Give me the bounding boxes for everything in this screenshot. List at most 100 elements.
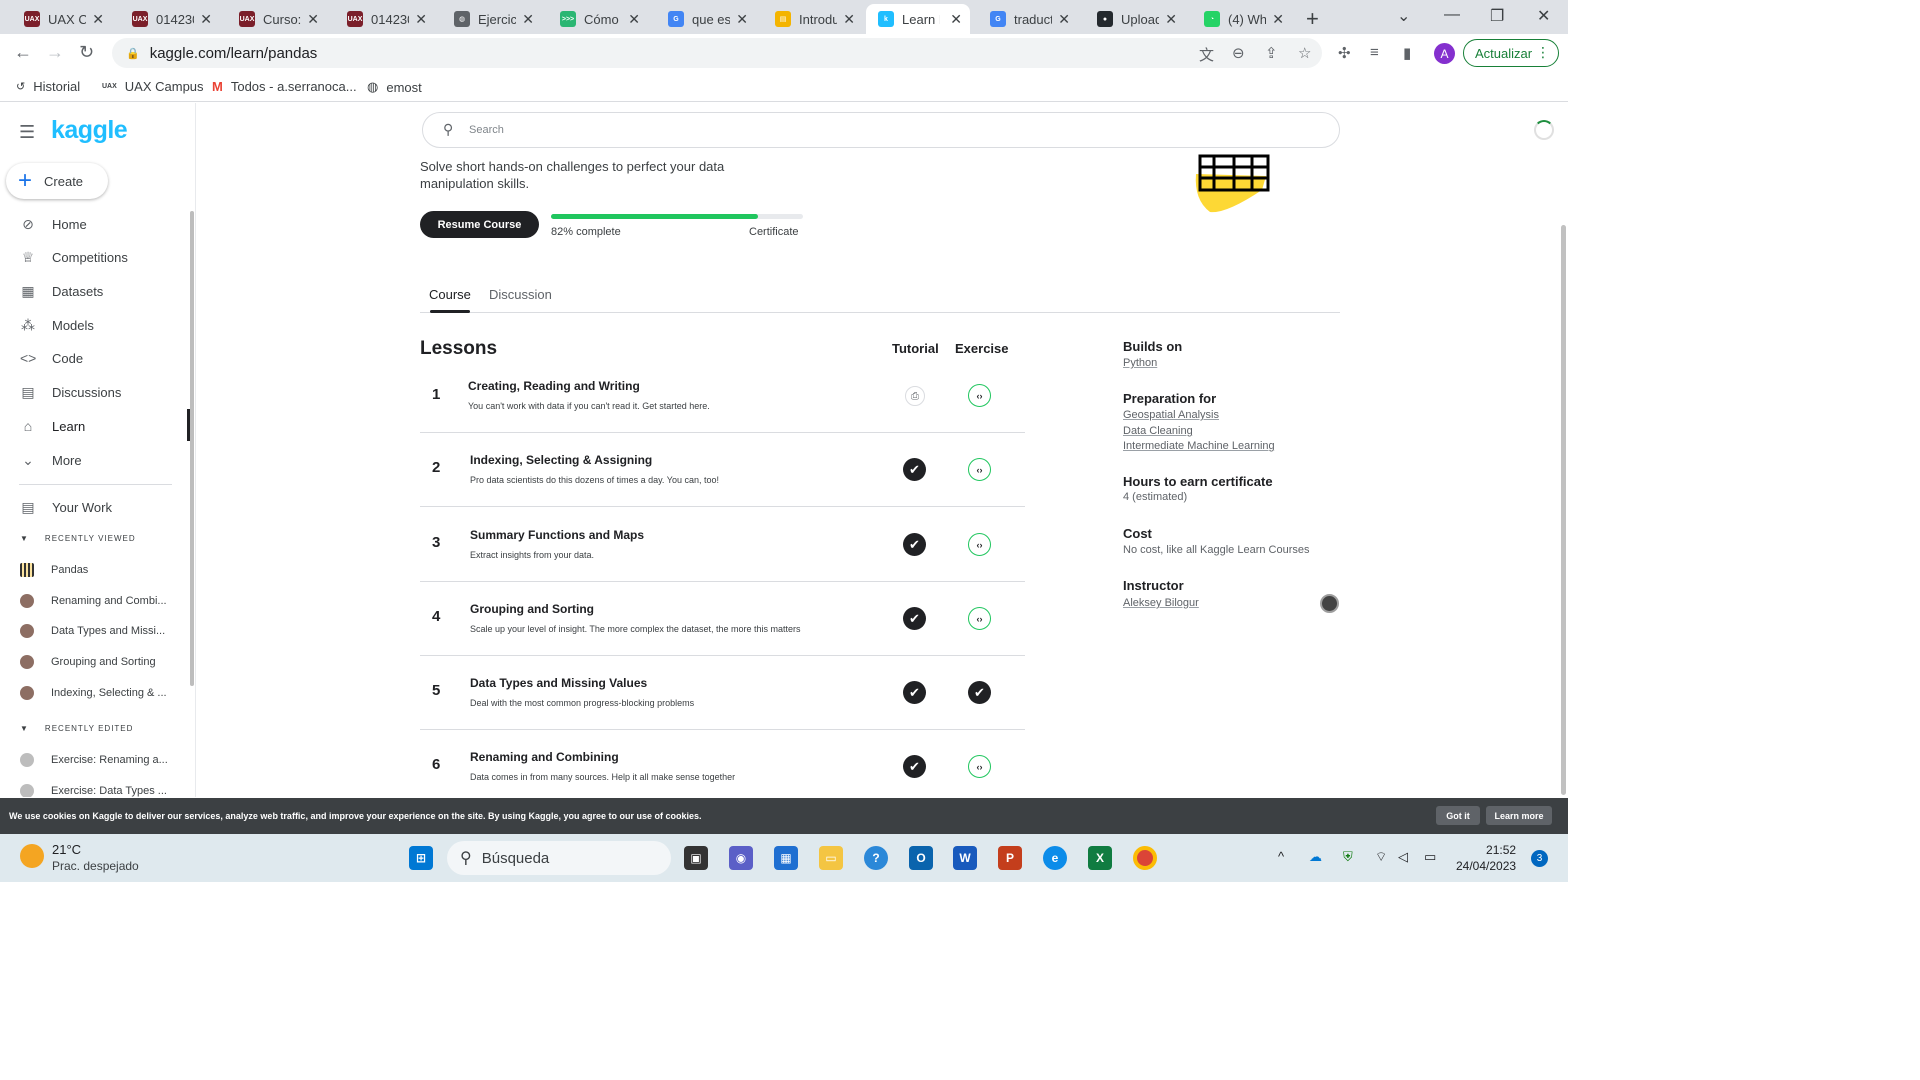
extensions-icon[interactable]: ✣ bbox=[1338, 44, 1351, 62]
nav-learn[interactable]: ⌂ Learn bbox=[0, 411, 190, 441]
share-icon[interactable]: ⇪ bbox=[1265, 44, 1278, 62]
edge-icon[interactable]: e bbox=[1043, 846, 1067, 870]
tab-discussion[interactable]: Discussion bbox=[489, 287, 552, 302]
tutorial-notebook-icon[interactable]: ⎙ bbox=[905, 386, 925, 406]
weather-status[interactable]: Prac. despejado bbox=[52, 859, 139, 873]
browser-tab[interactable]: ▤ Introdu ✕ bbox=[763, 4, 863, 34]
browser-tab[interactable]: Gtraducto ✕ bbox=[978, 4, 1078, 34]
nav-competitions[interactable]: ♕ Competitions bbox=[0, 242, 190, 272]
exercise-code-icon[interactable]: ‹› bbox=[968, 607, 991, 630]
recent-item[interactable]: Exercise: Data Types ... bbox=[0, 781, 180, 797]
lesson-title[interactable]: Creating, Reading and Writing bbox=[468, 379, 640, 393]
nav-models[interactable]: ⁂ Models bbox=[0, 310, 190, 340]
taskbar-search[interactable]: ⚲ Búsqueda bbox=[447, 841, 671, 875]
reload-icon[interactable]: ↻ bbox=[79, 42, 94, 63]
recent-item[interactable]: Renaming and Combi... bbox=[0, 591, 180, 611]
browser-tab[interactable]: Gque es ✕ bbox=[656, 4, 756, 34]
recently-edited-header[interactable]: ▼ RECENTLY EDITED bbox=[20, 724, 133, 733]
close-window-icon[interactable]: ✕ bbox=[1537, 6, 1550, 26]
browser-tab[interactable]: UAX 014230 ✕ bbox=[335, 4, 435, 34]
back-icon[interactable]: ← bbox=[14, 42, 32, 63]
side-panel-icon[interactable]: ▮ bbox=[1403, 44, 1411, 62]
bookmark-emost[interactable]: ◍ emost bbox=[367, 79, 422, 95]
close-tab-icon[interactable]: ✕ bbox=[522, 11, 534, 28]
lesson-title[interactable]: Indexing, Selecting & Assigning bbox=[470, 453, 652, 467]
tutorial-complete-check-icon[interactable]: ✔ bbox=[903, 533, 926, 556]
nav-datasets[interactable]: ▦ Datasets bbox=[0, 276, 190, 306]
create-button[interactable]: + Create bbox=[6, 163, 108, 199]
learn-more-button[interactable]: Learn more bbox=[1486, 806, 1552, 825]
new-tab-button[interactable]: + bbox=[1306, 6, 1319, 32]
exercise-complete-check-icon[interactable]: ✔ bbox=[968, 681, 991, 704]
close-tab-icon[interactable]: ✕ bbox=[1165, 11, 1177, 28]
browser-tab[interactable]: ● Upload ✕ bbox=[1085, 4, 1185, 34]
exercise-code-icon[interactable]: ‹› bbox=[968, 384, 991, 407]
resume-course-button[interactable]: Resume Course bbox=[420, 211, 539, 238]
got-it-button[interactable]: Got it bbox=[1436, 806, 1480, 825]
nav-code[interactable]: <> Code bbox=[0, 343, 190, 373]
bookmark-star-icon[interactable]: ☆ bbox=[1298, 44, 1311, 62]
browser-tab[interactable]: UAX 014230 ✕ bbox=[120, 4, 220, 34]
help-icon[interactable]: ? bbox=[864, 846, 888, 870]
close-tab-icon[interactable]: ✕ bbox=[628, 11, 640, 28]
close-tab-icon[interactable]: ✕ bbox=[415, 11, 427, 28]
lesson-row[interactable]: 5 Data Types and Missing Values Deal with … bbox=[420, 656, 1025, 730]
browser-tab[interactable]: >>> Cómo C ✕ bbox=[548, 4, 648, 34]
nav-more[interactable]: ⌄ More bbox=[0, 445, 190, 475]
nav-home[interactable]: ⊘ Home bbox=[0, 209, 190, 239]
word-icon[interactable]: W bbox=[953, 846, 977, 870]
user-avatar[interactable] bbox=[1534, 120, 1554, 140]
tray-overflow-icon[interactable]: ^ bbox=[1278, 849, 1284, 864]
excel-icon[interactable]: X bbox=[1088, 846, 1112, 870]
menu-icon[interactable]: ☰ bbox=[19, 122, 35, 143]
nav-your-work[interactable]: ▤ Your Work bbox=[0, 492, 190, 522]
browser-tab[interactable]: k Learn P ✕ bbox=[866, 4, 970, 34]
bookmark-historial[interactable]: ↺ Historial bbox=[16, 79, 80, 94]
prep-link-geospatial[interactable]: Geospatial Analysis bbox=[1123, 409, 1219, 421]
exercise-code-icon[interactable]: ‹› bbox=[968, 533, 991, 556]
exercise-code-icon[interactable]: ‹› bbox=[968, 458, 991, 481]
sidebar-scrollbar[interactable] bbox=[190, 211, 194, 686]
update-button[interactable]: Actualizar ⋮ bbox=[1463, 39, 1559, 67]
outlook-icon[interactable]: O bbox=[909, 846, 933, 870]
teams-icon[interactable]: ◉ bbox=[729, 846, 753, 870]
exercise-code-icon[interactable]: ‹› bbox=[968, 755, 991, 778]
profile-avatar[interactable]: A bbox=[1434, 43, 1455, 64]
close-tab-icon[interactable]: ✕ bbox=[92, 11, 104, 28]
battery-icon[interactable]: ▭ bbox=[1424, 849, 1436, 865]
bookmark-uax-campus[interactable]: UAX UAX Campus bbox=[102, 79, 204, 94]
tutorial-complete-check-icon[interactable]: ✔ bbox=[903, 755, 926, 778]
prep-link-data-cleaning[interactable]: Data Cleaning bbox=[1123, 425, 1193, 437]
weather-temp[interactable]: 21°C bbox=[52, 842, 81, 857]
bookmark-gmail[interactable]: M Todos - a.serranoca... bbox=[212, 79, 357, 94]
clock[interactable]: 21:52 24/04/2023 bbox=[1456, 842, 1516, 874]
kaggle-logo[interactable]: kaggle bbox=[51, 116, 128, 145]
start-icon[interactable]: ⊞ bbox=[409, 846, 433, 870]
close-tab-icon[interactable]: ✕ bbox=[1272, 11, 1284, 28]
builds-on-link[interactable]: Python bbox=[1123, 357, 1157, 369]
minimize-icon[interactable]: — bbox=[1444, 6, 1460, 24]
close-tab-icon[interactable]: ✕ bbox=[736, 11, 748, 28]
recent-item[interactable]: Exercise: Renaming a... bbox=[0, 750, 180, 770]
lesson-title[interactable]: Data Types and Missing Values bbox=[470, 676, 647, 690]
close-tab-icon[interactable]: ✕ bbox=[843, 11, 855, 28]
translate-icon[interactable]: 文 bbox=[1199, 44, 1214, 65]
browser-tab[interactable]: UAX Curso: A ✕ bbox=[227, 4, 327, 34]
browser-tab[interactable]: ◔ (4) Wha ✕ bbox=[1192, 4, 1292, 34]
tab-search-icon[interactable]: ⌄ bbox=[1397, 6, 1410, 26]
store-icon[interactable]: ▦ bbox=[774, 846, 798, 870]
chrome-icon[interactable] bbox=[1133, 846, 1157, 870]
security-icon[interactable]: ⛨ bbox=[1343, 849, 1353, 865]
tutorial-complete-check-icon[interactable]: ✔ bbox=[903, 681, 926, 704]
tutorial-complete-check-icon[interactable]: ✔ bbox=[903, 458, 926, 481]
zoom-icon[interactable]: ⊖ bbox=[1232, 44, 1245, 62]
recent-item[interactable]: Indexing, Selecting & ... bbox=[0, 683, 180, 703]
lesson-title[interactable]: Renaming and Combining bbox=[470, 750, 619, 764]
prep-link-intermediate-ml[interactable]: Intermediate Machine Learning bbox=[1123, 440, 1275, 452]
browser-tab[interactable]: ◍ Ejercicio ✕ bbox=[442, 4, 542, 34]
instructor-avatar[interactable] bbox=[1320, 594, 1339, 613]
forward-icon[interactable]: → bbox=[46, 42, 64, 63]
certificate-label[interactable]: Certificate bbox=[749, 226, 799, 238]
lesson-title[interactable]: Summary Functions and Maps bbox=[470, 528, 644, 542]
nav-discussions[interactable]: ▤ Discussions bbox=[0, 377, 190, 407]
